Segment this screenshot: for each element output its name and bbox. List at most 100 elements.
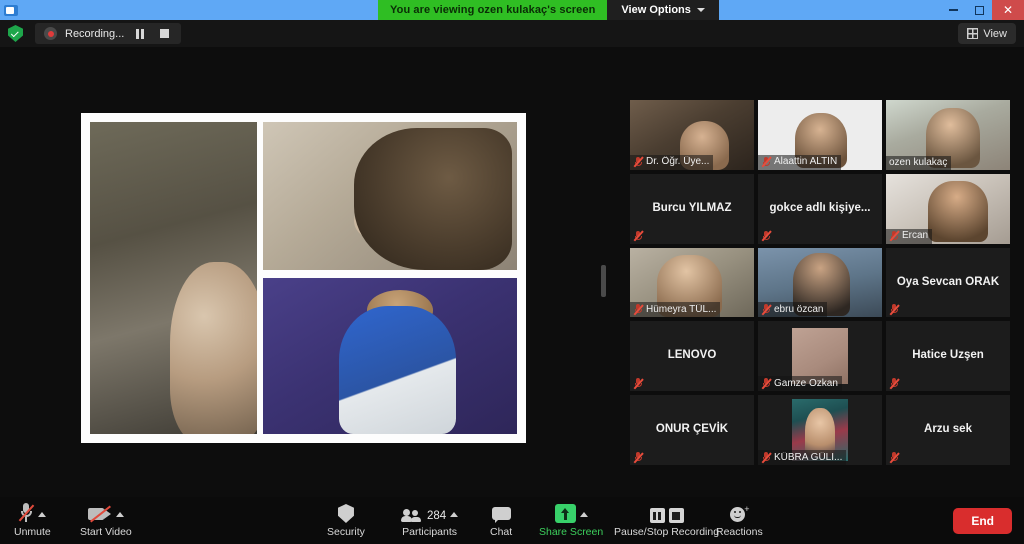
participant-name: ozen kulakaç: [889, 157, 947, 168]
participant-tile[interactable]: ozen kulakaç: [886, 100, 1010, 170]
participant-status-bar: [886, 450, 903, 465]
mic-off-icon: [889, 303, 899, 315]
chat-label: Chat: [490, 526, 512, 538]
chat-button[interactable]: Chat: [490, 501, 512, 538]
pause-stop-recording-label: Pause/Stop Recording: [614, 526, 719, 538]
mic-off-icon: [761, 303, 771, 315]
view-options-button[interactable]: View Options: [607, 0, 718, 20]
mic-off-icon: [633, 156, 643, 168]
participant-tile[interactable]: LENOVO: [630, 321, 754, 391]
participant-status-bar: KÜBRA GÜLI...: [758, 450, 846, 465]
participant-name: LENOVO: [664, 349, 721, 363]
participant-tile[interactable]: ebru özcan: [758, 248, 882, 318]
recording-indicator: Recording...: [35, 23, 181, 44]
recording-label: Recording...: [65, 28, 124, 40]
participant-status-bar: ozen kulakaç: [886, 156, 951, 170]
security-button[interactable]: Security: [327, 501, 365, 538]
participant-tile[interactable]: Hümeyra TÜL...: [630, 248, 754, 318]
mic-off-icon: [633, 230, 643, 242]
audio-options-chevron-icon[interactable]: [38, 512, 46, 517]
participant-tile[interactable]: Ercan: [886, 174, 1010, 244]
participant-tile[interactable]: Burcu YILMAZ: [630, 174, 754, 244]
security-label: Security: [327, 526, 365, 538]
pause-recording-icon[interactable]: [132, 26, 148, 42]
end-meeting-button[interactable]: End: [953, 508, 1012, 534]
mic-off-icon: [761, 451, 771, 463]
share-banner-text: You are viewing ozen kulakaç's screen: [378, 0, 607, 20]
slide-photo-top-right: [263, 122, 517, 270]
mic-off-icon: [633, 377, 643, 389]
pause-icon[interactable]: [650, 508, 665, 523]
screen-share-banner: You are viewing ozen kulakaç's screen Vi…: [378, 0, 719, 20]
reactions-button[interactable]: + Reactions: [716, 501, 763, 538]
start-video-button[interactable]: Start Video: [80, 501, 132, 538]
participant-tile[interactable]: ONUR ÇEVİK: [630, 395, 754, 465]
participant-name: Arzu sek: [920, 423, 976, 437]
participant-status-bar: Ercan: [886, 229, 932, 244]
share-options-chevron-icon[interactable]: [580, 512, 588, 517]
unmute-label: Unmute: [14, 526, 51, 538]
chevron-down-icon: [697, 8, 705, 12]
participant-status-bar: Hümeyra TÜL...: [630, 302, 720, 317]
video-off-icon: [88, 501, 124, 523]
zoom-meeting-window: You are viewing ozen kulakaç's screen Vi…: [0, 0, 1024, 544]
participant-tile[interactable]: Oya Sevcan ORAK: [886, 248, 1010, 318]
share-screen-label: Share Screen: [539, 526, 603, 538]
share-screen-button[interactable]: Share Screen: [539, 501, 603, 538]
participant-tile[interactable]: Alaattin ALTIN: [758, 100, 882, 170]
stop-recording-icon[interactable]: [156, 26, 172, 42]
participants-count: 284: [427, 510, 446, 522]
participant-name: Burcu YILMAZ: [648, 202, 735, 216]
recording-toolbar: Recording... View: [0, 20, 1024, 47]
participant-name: Hatice Uzşen: [908, 349, 988, 363]
mic-off-icon: [633, 303, 643, 315]
slide-photo-bottom-right: [263, 278, 517, 434]
participant-status-bar: [630, 376, 647, 391]
mic-off-icon: [889, 230, 899, 242]
people-icon: [401, 508, 423, 523]
chat-icon: [492, 501, 511, 523]
pause-stop-recording-button[interactable]: Pause/Stop Recording: [614, 501, 719, 538]
participant-tile[interactable]: gokce adlı kişiye...: [758, 174, 882, 244]
participant-name: Alaattin ALTIN: [774, 156, 837, 167]
participant-tile[interactable]: Arzu sek: [886, 395, 1010, 465]
view-layout-button[interactable]: View: [958, 23, 1016, 44]
shared-screen-stage[interactable]: [0, 47, 603, 497]
record-dot-icon: [44, 27, 57, 40]
participant-tile[interactable]: Hatice Uzşen: [886, 321, 1010, 391]
unmute-button[interactable]: Unmute: [14, 501, 51, 538]
participant-name: Oya Sevcan ORAK: [893, 276, 1003, 290]
participant-name: Ercan: [902, 230, 928, 241]
stop-icon[interactable]: [669, 508, 684, 523]
share-screen-icon-group: [555, 501, 588, 523]
participants-icon-group: 284: [401, 501, 458, 523]
participant-tile[interactable]: Dr. Öğr. Üye...: [630, 100, 754, 170]
minimize-button[interactable]: [940, 0, 966, 20]
zoom-app-icon: [4, 5, 18, 16]
maximize-button[interactable]: [966, 0, 992, 20]
panel-drag-handle[interactable]: [601, 265, 606, 297]
meeting-controls-toolbar: Unmute Start Video Security 284 Particip…: [0, 497, 1024, 544]
participant-tile[interactable]: Gamze Ozkan: [758, 321, 882, 391]
shield-icon: [338, 501, 354, 523]
participant-status-bar: [630, 450, 647, 465]
mic-off-icon: [761, 230, 771, 242]
participant-status-bar: Gamze Ozkan: [758, 376, 842, 391]
participant-thumbnail-grid[interactable]: Dr. Öğr. Üye... Alaattin ALTIN ozen kulaka…: [630, 100, 1010, 465]
participant-status-bar: [758, 229, 775, 244]
reactions-icon: +: [729, 501, 749, 523]
slide-photo-left: [90, 122, 257, 434]
participant-name: ONUR ÇEVİK: [652, 423, 732, 437]
shared-slide: [81, 113, 526, 443]
close-button[interactable]: ✕: [992, 0, 1024, 20]
participants-chevron-icon[interactable]: [450, 512, 458, 517]
participant-tile[interactable]: KÜBRA GÜLI...: [758, 395, 882, 465]
participants-button[interactable]: 284 Participants: [401, 501, 458, 538]
participant-name: gokce adlı kişiye...: [766, 202, 875, 216]
grid-icon: [967, 28, 978, 39]
mic-off-icon: [761, 156, 771, 168]
participant-status-bar: Alaattin ALTIN: [758, 155, 841, 170]
share-screen-arrow-icon: [555, 504, 576, 523]
participant-status-bar: [630, 229, 647, 244]
video-options-chevron-icon[interactable]: [116, 512, 124, 517]
